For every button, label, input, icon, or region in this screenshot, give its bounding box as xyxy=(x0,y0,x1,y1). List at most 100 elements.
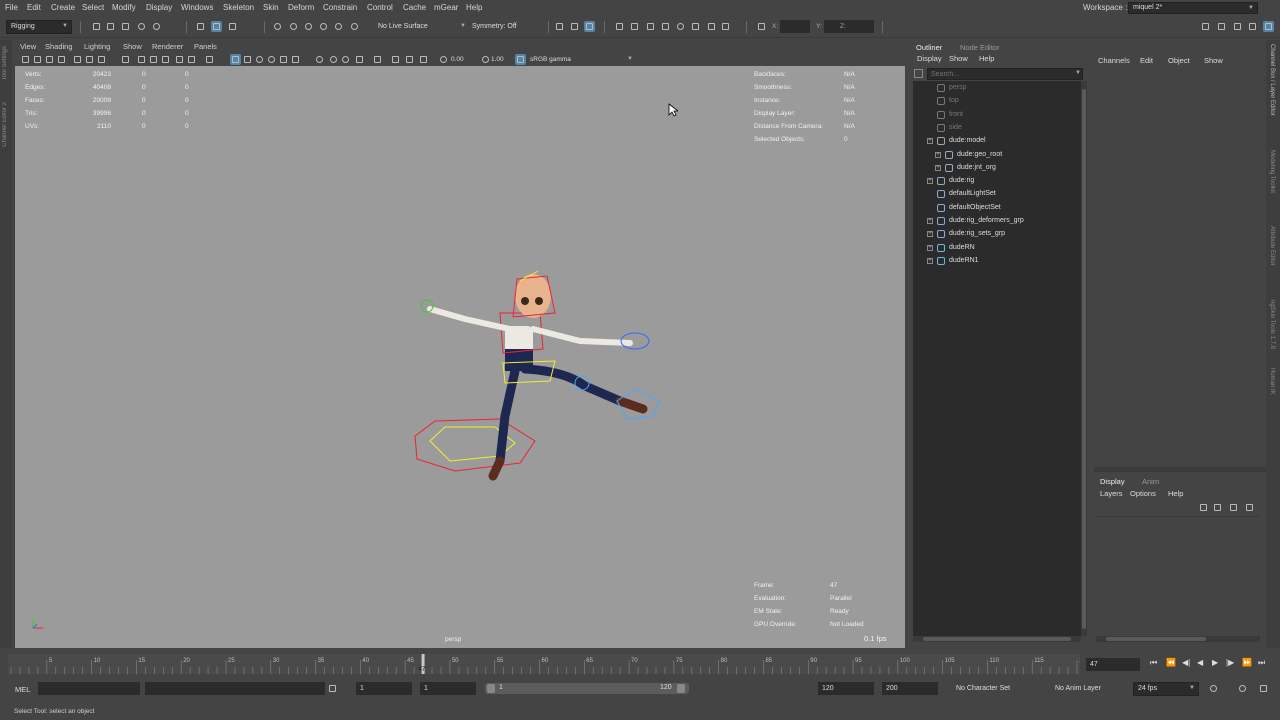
sidebar-toggle-icon[interactable] xyxy=(1200,21,1211,32)
channels-edit-menu[interactable]: Edit xyxy=(1140,56,1153,65)
menu-select[interactable]: Select xyxy=(82,3,104,12)
end-frame-field[interactable]: 200 xyxy=(882,682,938,695)
z-field[interactable] xyxy=(848,20,874,33)
outliner-item[interactable]: + dudeRN xyxy=(913,242,1081,255)
resolution-gate-icon[interactable] xyxy=(96,54,107,65)
grid-icon[interactable] xyxy=(72,54,83,65)
tab-anim-layers[interactable]: Anim xyxy=(1142,477,1159,486)
xray-active-components-icon[interactable] xyxy=(390,54,401,65)
xray-icon[interactable] xyxy=(372,54,383,65)
image-plane-icon[interactable] xyxy=(56,54,67,65)
outliner-search-input[interactable] xyxy=(927,68,1083,80)
step-forward-frame-icon[interactable]: |▶ xyxy=(1226,658,1234,667)
time-slider[interactable]: 5 10 15 20 25 30 35 40 45 50 55 60 65 70 75 80 85 90 95 100… xyxy=(0,652,1280,678)
menu-mgear[interactable]: mGear xyxy=(434,3,458,12)
exposure-icon[interactable] xyxy=(438,54,449,65)
default-material-icon[interactable] xyxy=(204,54,215,65)
select-component-icon[interactable] xyxy=(227,21,238,32)
workspace-dropdown[interactable]: miquel 2* ▼ xyxy=(1128,2,1258,14)
outliner-item[interactable]: defaultObjectSet xyxy=(913,202,1081,215)
go-to-start-icon[interactable]: ⏮ xyxy=(1150,658,1157,668)
outliner-item[interactable]: + dude:rig_deformers_grp xyxy=(913,215,1081,228)
new-layer-selected-icon[interactable] xyxy=(1244,502,1255,513)
xray-joints-toggle-icon[interactable] xyxy=(404,54,415,65)
filter-icon[interactable] xyxy=(914,69,923,78)
film-gate-icon[interactable] xyxy=(84,54,95,65)
range-end-handle[interactable] xyxy=(677,684,685,693)
play-backward-icon[interactable]: ◀ xyxy=(1197,658,1203,667)
anim-layer-dropdown[interactable]: No Anim Layer xyxy=(1055,685,1101,692)
menu-cache[interactable]: Cache xyxy=(403,3,426,12)
transform-mode-icon[interactable] xyxy=(756,21,767,32)
layer-options-menu[interactable]: Options xyxy=(1130,489,1156,498)
tool-settings-icon[interactable] xyxy=(1247,21,1258,32)
loop-playback-icon[interactable] xyxy=(1208,683,1219,694)
expand-icon[interactable]: + xyxy=(927,218,933,224)
range-start-handle[interactable] xyxy=(487,684,495,693)
outliner-item[interactable]: + dudeRN1 xyxy=(913,255,1081,268)
outliner-item[interactable]: + dude:jnt_org xyxy=(913,162,1081,175)
layer-help-menu[interactable]: Help xyxy=(1168,489,1183,498)
undo-icon[interactable] xyxy=(136,21,147,32)
expand-icon[interactable]: + xyxy=(935,164,941,171)
tab-channel-editor[interactable]: Channel Editor 2 xyxy=(2,102,8,147)
layer-hscrollbar[interactable] xyxy=(1096,636,1260,642)
ipr-render-icon[interactable] xyxy=(645,21,656,32)
exposure-value[interactable]: 0.00 xyxy=(451,56,464,63)
multisample-aa-icon[interactable] xyxy=(328,54,339,65)
motion-blur-icon[interactable] xyxy=(314,54,325,65)
expand-icon[interactable]: + xyxy=(927,231,933,238)
open-scene-icon[interactable] xyxy=(105,21,116,32)
hypershade-icon[interactable] xyxy=(675,21,686,32)
render-settings-icon[interactable] xyxy=(614,21,625,32)
snap-view-plane-icon[interactable] xyxy=(318,21,329,32)
textured-icon[interactable] xyxy=(254,54,265,65)
safe-action-icon[interactable] xyxy=(148,54,159,65)
chevron-down-icon[interactable]: ▼ xyxy=(1075,70,1081,76)
script-editor-icon[interactable] xyxy=(327,683,338,694)
safe-title-icon[interactable] xyxy=(160,54,171,65)
color-space-label[interactable]: sRGB gamma xyxy=(530,56,571,63)
tab-display-layers[interactable]: Display xyxy=(1100,477,1125,486)
attribute-editor-icon[interactable] xyxy=(1232,21,1243,32)
outliner-item[interactable]: + dude:rig xyxy=(913,175,1081,188)
animation-preferences-icon[interactable] xyxy=(1258,683,1269,694)
chevron-down-icon[interactable]: ▼ xyxy=(627,56,633,62)
range-slider[interactable]: 1 120 xyxy=(485,683,689,694)
tab-attribute-editor[interactable]: Attribute Editor xyxy=(1269,226,1275,266)
tab-tool-settings[interactable]: Tool Settings xyxy=(2,46,8,80)
outliner-item[interactable]: top xyxy=(913,95,1081,108)
panel-menu-renderer[interactable]: Renderer xyxy=(152,42,183,51)
panel-menu-show[interactable]: Show xyxy=(123,42,142,51)
panel-splitter[interactable] xyxy=(1094,467,1266,472)
step-back-key-icon[interactable]: ⏪ xyxy=(1166,658,1176,667)
panel-menu-panels[interactable]: Panels xyxy=(194,42,217,51)
wireframe-on-shaded-icon[interactable] xyxy=(242,54,253,65)
outliner-item[interactable]: side xyxy=(913,122,1081,135)
camera-attributes-icon[interactable] xyxy=(32,54,43,65)
smooth-shade-icon[interactable] xyxy=(186,54,197,65)
new-scene-icon[interactable] xyxy=(91,21,102,32)
command-line-input[interactable] xyxy=(38,682,140,695)
menuset-dropdown[interactable]: Rigging ▼ xyxy=(6,20,72,34)
character-rig[interactable] xyxy=(405,231,665,501)
modeling-toolkit-icon[interactable] xyxy=(1216,21,1227,32)
outliner-scrollbar[interactable] xyxy=(1081,81,1087,636)
redo-icon[interactable] xyxy=(151,21,162,32)
channels-menu[interactable]: Channels xyxy=(1098,56,1130,65)
layers-menu[interactable]: Layers xyxy=(1100,489,1123,498)
expand-icon[interactable]: + xyxy=(935,151,941,158)
tab-outliner[interactable]: Outliner xyxy=(916,43,942,52)
fps-dropdown[interactable]: 24 fps ▼ xyxy=(1133,682,1199,696)
step-back-frame-icon[interactable]: ◀| xyxy=(1182,658,1190,667)
panel-menu-shading[interactable]: Shading xyxy=(45,42,73,51)
start-frame-field[interactable]: 1 xyxy=(356,682,412,695)
panel-menu-lighting[interactable]: Lighting xyxy=(84,42,110,51)
screen-space-ao-icon[interactable] xyxy=(290,54,301,65)
panel-menu-view[interactable]: View xyxy=(20,42,36,51)
menu-windows[interactable]: Windows xyxy=(181,3,213,12)
go-to-end-icon[interactable]: ⏭ xyxy=(1258,658,1265,668)
playback-start-field[interactable]: 1 xyxy=(420,682,476,695)
bookmark-icon[interactable] xyxy=(44,54,55,65)
scrollbar-thumb[interactable] xyxy=(923,637,1071,641)
